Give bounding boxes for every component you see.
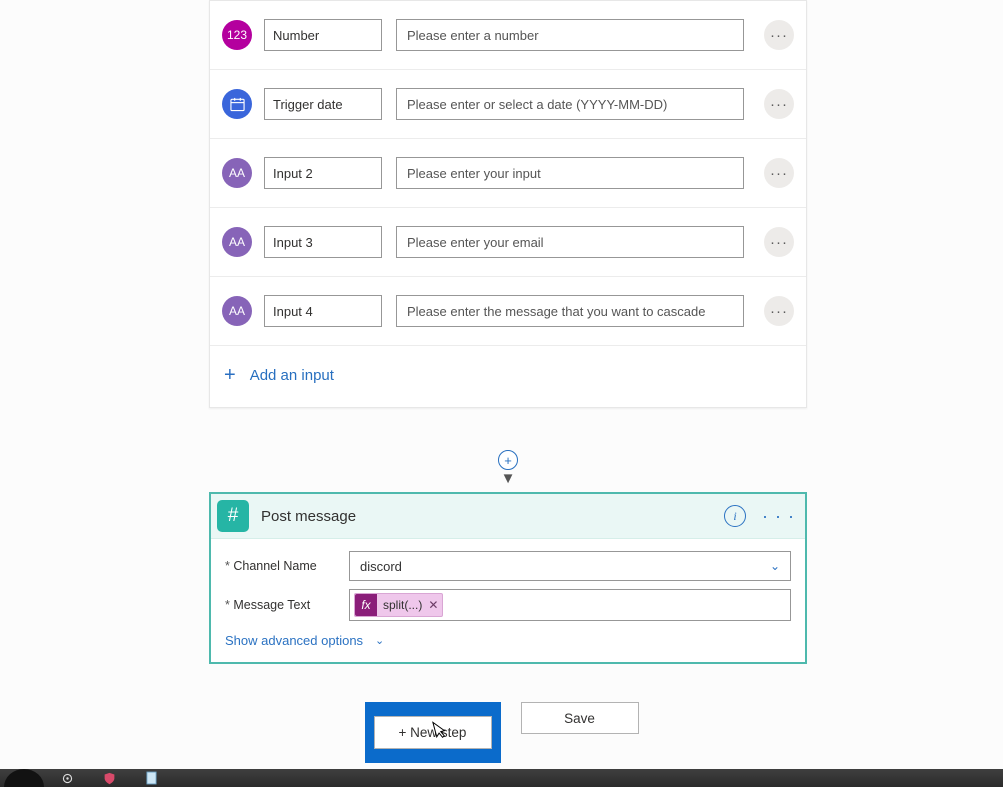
channel-name-dropdown[interactable]: discord ⌄ xyxy=(349,551,791,581)
channel-label: * Channel Name xyxy=(225,559,349,573)
input-row-menu-button[interactable]: ··· xyxy=(764,158,794,188)
chevron-down-icon: ⌄ xyxy=(375,634,384,647)
notepad-icon[interactable] xyxy=(142,769,160,787)
input-row-menu-button[interactable]: ··· xyxy=(764,227,794,257)
input-name-field[interactable]: Input 3 xyxy=(264,226,382,258)
input-desc-field[interactable]: Please enter your input xyxy=(396,157,744,189)
arrow-down-icon: ▼ xyxy=(498,471,518,486)
security-icon[interactable] xyxy=(100,769,118,787)
message-text-input[interactable]: fx split(...) ✕ xyxy=(349,589,791,621)
input-row-menu-button[interactable]: ··· xyxy=(764,20,794,50)
input-row-number: 123 Number Please enter a number ··· xyxy=(210,1,806,70)
input-name-field[interactable]: Input 4 xyxy=(264,295,382,327)
text-icon: AA xyxy=(222,296,252,326)
input-row-menu-button[interactable]: ··· xyxy=(764,89,794,119)
input-name-field[interactable]: Input 2 xyxy=(264,157,382,189)
action-body: * Channel Name discord ⌄ * Message Text … xyxy=(211,539,805,662)
input-row-input4: AA Input 4 Please enter the message that… xyxy=(210,277,806,346)
input-row-input3: AA Input 3 Please enter your email ··· xyxy=(210,208,806,277)
message-label: * Message Text xyxy=(225,598,349,612)
input-desc-field[interactable]: Please enter or select a date (YYYY-MM-D… xyxy=(396,88,744,120)
trigger-card: 123 Number Please enter a number ··· Tri… xyxy=(209,0,807,408)
channel-name-value: discord xyxy=(360,559,402,574)
taskbar xyxy=(0,769,1003,787)
chevron-down-icon: ⌄ xyxy=(770,559,780,573)
number-icon: 123 xyxy=(222,20,252,50)
new-step-button[interactable]: + New step xyxy=(374,716,492,749)
action-menu-button[interactable]: · · · xyxy=(762,506,795,527)
input-name-field[interactable]: Number xyxy=(264,19,382,51)
info-icon[interactable]: i xyxy=(724,505,746,527)
action-header[interactable]: # Post message i · · · xyxy=(211,494,805,539)
field-channel-name: * Channel Name discord ⌄ xyxy=(225,551,791,581)
settings-icon[interactable] xyxy=(58,769,76,787)
field-message-text: * Message Text fx split(...) ✕ xyxy=(225,589,791,621)
action-card-post-message: # Post message i · · · * Channel Name di… xyxy=(209,492,807,664)
start-button[interactable] xyxy=(4,769,44,787)
insert-step-button[interactable]: + xyxy=(498,450,518,470)
add-input-label: Add an input xyxy=(250,367,334,384)
connector: + ▼ xyxy=(498,450,518,486)
calendar-icon xyxy=(222,89,252,119)
input-row-trigger-date: Trigger date Please enter or select a da… xyxy=(210,70,806,139)
show-advanced-options[interactable]: Show advanced options ⌄ xyxy=(225,629,791,652)
footer-actions: + New step Save xyxy=(0,702,1003,763)
text-icon: AA xyxy=(222,227,252,257)
fx-icon: fx xyxy=(355,594,377,616)
save-button[interactable]: Save xyxy=(521,702,639,734)
new-step-highlight: + New step xyxy=(365,702,501,763)
input-row-input2: AA Input 2 Please enter your input ··· xyxy=(210,139,806,208)
plus-icon: + xyxy=(224,364,236,387)
new-step-label: + New step xyxy=(399,725,467,740)
action-title: Post message xyxy=(261,508,724,525)
input-desc-field[interactable]: Please enter the message that you want t… xyxy=(396,295,744,327)
text-icon: AA xyxy=(222,158,252,188)
remove-token-icon[interactable]: ✕ xyxy=(428,598,438,612)
expression-token[interactable]: fx split(...) ✕ xyxy=(354,593,443,617)
slack-icon: # xyxy=(217,500,249,532)
input-desc-field[interactable]: Please enter your email xyxy=(396,226,744,258)
input-row-menu-button[interactable]: ··· xyxy=(764,296,794,326)
token-text: split(...) xyxy=(383,598,422,612)
input-name-field[interactable]: Trigger date xyxy=(264,88,382,120)
input-desc-field[interactable]: Please enter a number xyxy=(396,19,744,51)
save-label: Save xyxy=(564,711,595,726)
advanced-label: Show advanced options xyxy=(225,633,363,648)
add-input-button[interactable]: + Add an input xyxy=(210,346,806,407)
